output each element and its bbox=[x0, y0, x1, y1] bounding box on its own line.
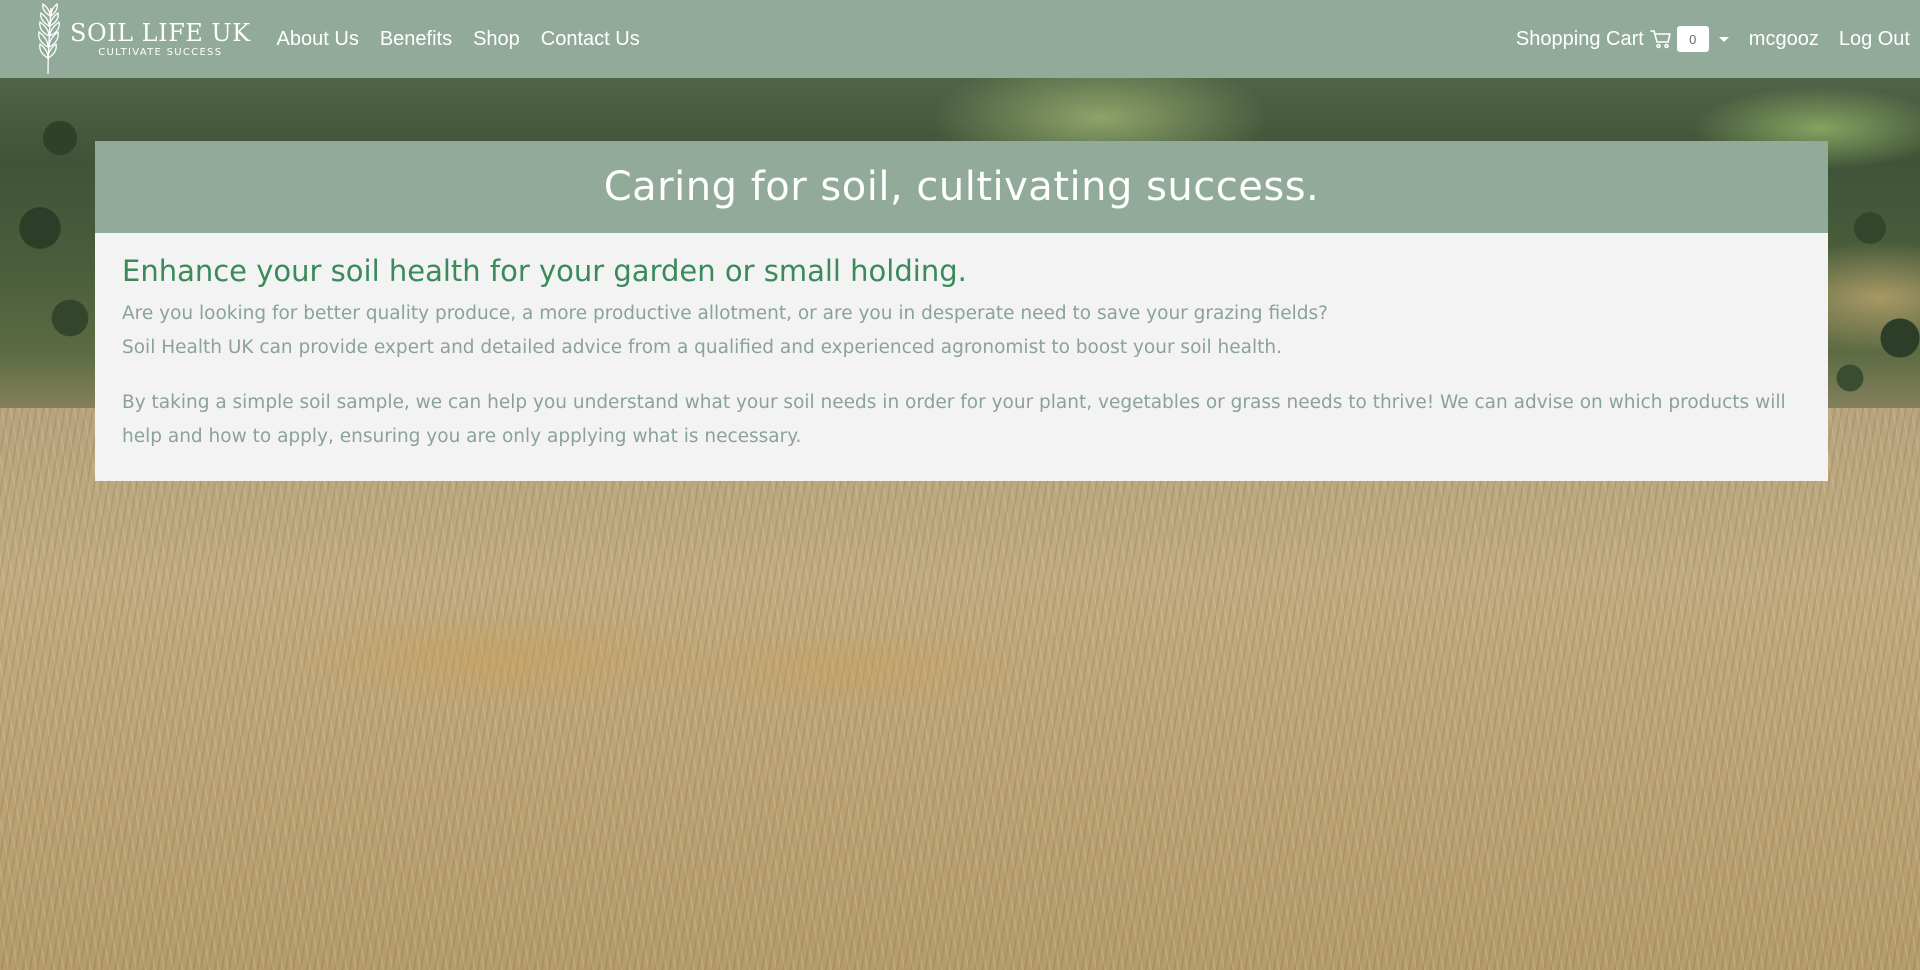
brand-name: SOIL LIFE UK bbox=[70, 18, 251, 47]
nav-links: About Us Benefits Shop Contact Us bbox=[277, 28, 661, 51]
hero-heading: Enhance your soil health for your garden… bbox=[122, 254, 967, 288]
user-account-link[interactable]: mcgooz bbox=[1749, 28, 1819, 51]
hero-card-body: Enhance your soil health for your garden… bbox=[95, 233, 1828, 481]
cart-count-badge: 0 bbox=[1676, 26, 1709, 52]
brand-text: SOIL LIFE UK CULTIVATE SUCCESS bbox=[70, 20, 251, 59]
nav-link-contact-us[interactable]: Contact Us bbox=[541, 28, 640, 51]
shopping-cart-icon bbox=[1649, 30, 1671, 49]
wheat-icon bbox=[38, 2, 60, 75]
brand-logo[interactable]: SOIL LIFE UK CULTIVATE SUCCESS bbox=[30, 0, 251, 78]
brand-tagline: CULTIVATE SUCCESS bbox=[98, 46, 223, 58]
nav-link-benefits[interactable]: Benefits bbox=[380, 28, 452, 51]
hero-paragraph-2: Soil Health UK can provide expert and de… bbox=[122, 337, 1282, 358]
shopping-cart-button[interactable]: Shopping Cart 0 bbox=[1516, 26, 1709, 52]
caret-down-icon[interactable] bbox=[1718, 36, 1729, 42]
nav-link-shop[interactable]: Shop bbox=[473, 28, 520, 51]
hero-title: Caring for soil, cultivating success. bbox=[603, 164, 1320, 210]
hero-paragraph-3: By taking a simple soil sample, we can h… bbox=[122, 392, 1786, 447]
nav-link-about-us[interactable]: About Us bbox=[277, 28, 359, 51]
shopping-cart-label: Shopping Cart bbox=[1515, 27, 1644, 50]
logout-link[interactable]: Log Out bbox=[1839, 28, 1910, 51]
hero-card: Caring for soil, cultivating success. En… bbox=[95, 141, 1828, 481]
hero-card-header: Caring for soil, cultivating success. bbox=[95, 141, 1828, 233]
hero-paragraph-1: Are you looking for better quality produ… bbox=[122, 303, 1328, 324]
nav-right: Shopping Cart 0 mcgooz Log Out bbox=[1516, 26, 1910, 52]
background-wheat-field bbox=[0, 408, 1920, 970]
navbar: SOIL LIFE UK CULTIVATE SUCCESS About Us … bbox=[0, 0, 1920, 78]
